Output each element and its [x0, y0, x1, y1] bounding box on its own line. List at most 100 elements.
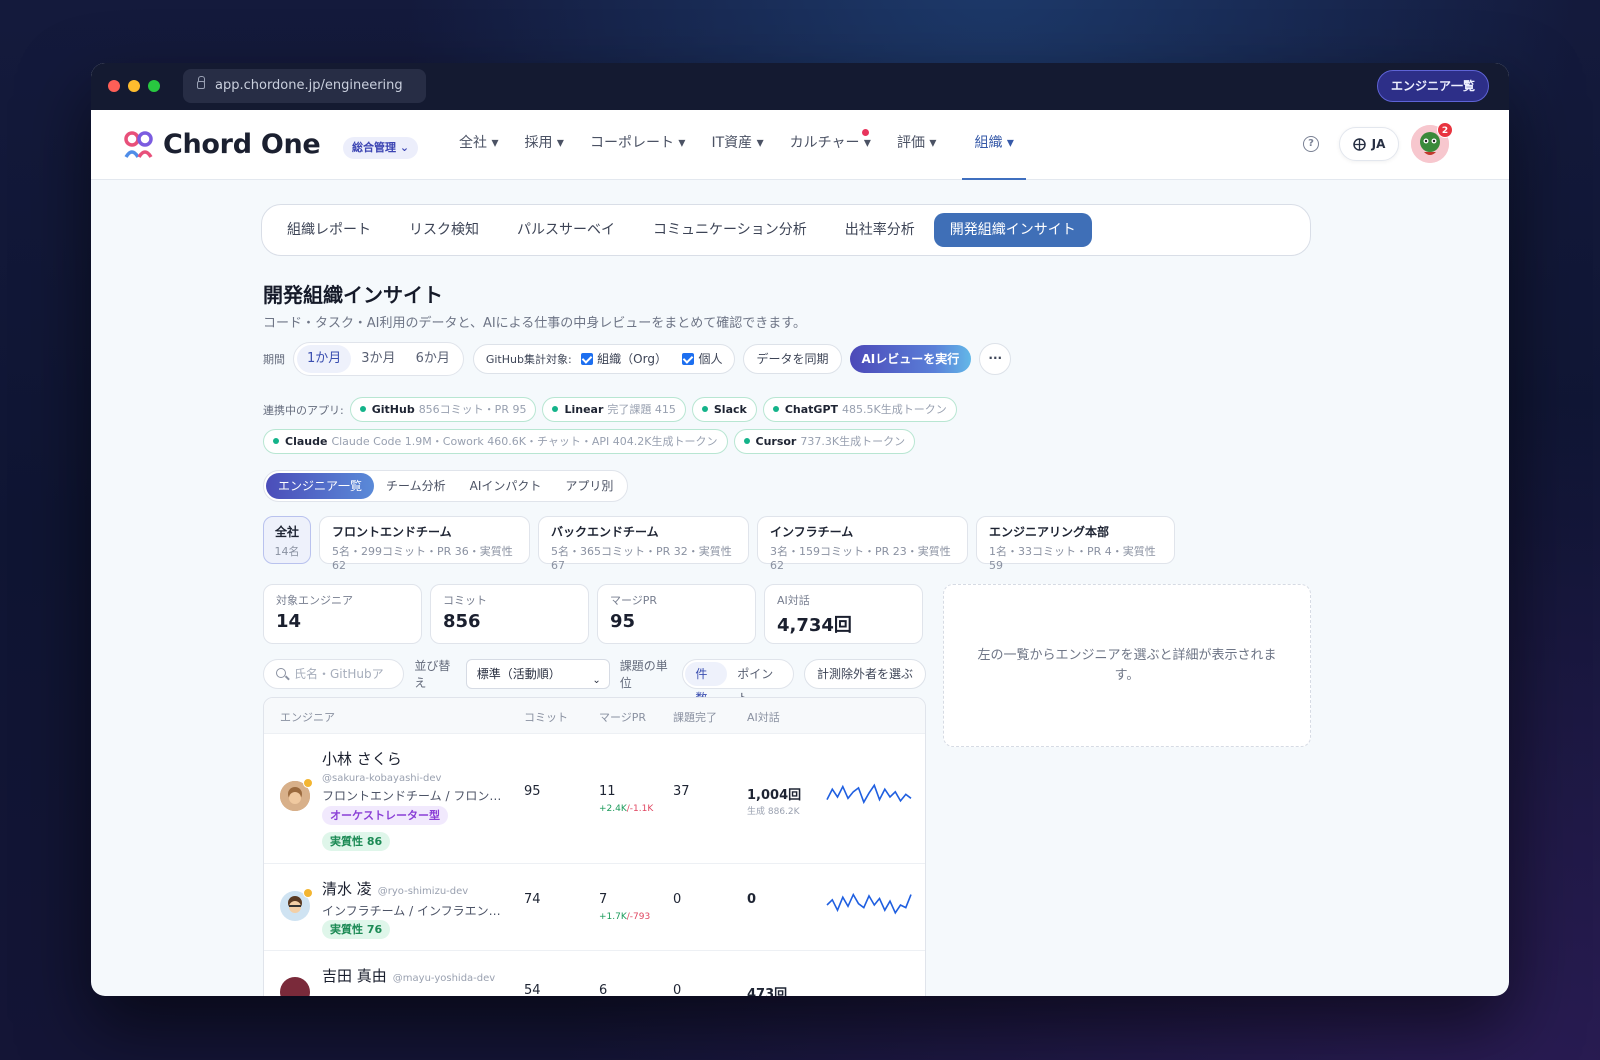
tab-attendance[interactable]: 出社率分析	[826, 213, 934, 247]
prs-value: 6	[599, 983, 608, 996]
nav-all[interactable]: 全社 ▾	[459, 110, 498, 180]
team-name: 全社	[274, 525, 299, 539]
sort-label: 並び替え	[414, 659, 451, 690]
nav-evaluation[interactable]: 評価 ▾	[897, 110, 936, 180]
prs-value: 7	[599, 892, 608, 907]
status-dot	[772, 406, 779, 412]
engineer-team: フロントエンドチーム / フロント…	[322, 789, 510, 803]
minimize-window-icon[interactable]	[128, 80, 140, 92]
type-tag: オーケストレーター型	[322, 806, 448, 825]
tab-risk-detection[interactable]: リスク検知	[390, 213, 498, 247]
maximize-window-icon[interactable]	[148, 80, 160, 92]
tab-by-app[interactable]: アプリ別	[553, 473, 625, 499]
stat-engineers: 対象エンジニア 14	[263, 584, 422, 644]
app-slack[interactable]: Slack	[691, 397, 757, 422]
col-commits[interactable]: コミット	[524, 709, 568, 725]
org-checkbox[interactable]	[581, 353, 594, 365]
nav-culture[interactable]: カルチャー ▾	[790, 110, 871, 180]
team-meta: 14名	[274, 545, 300, 558]
table-row[interactable]: 小林 さくら @sakura-kobayashi-dev フロントエンドチーム …	[264, 734, 925, 864]
app-linear[interactable]: Linear 完了課題 415	[542, 397, 686, 422]
table-header: エンジニア コミット マージPR 課題完了 AI対話	[264, 698, 925, 734]
team-name: バックエンドチーム	[551, 525, 659, 539]
stat-label: マージPR	[610, 594, 658, 607]
tab-team-analysis[interactable]: チーム分析	[374, 473, 458, 499]
address-bar[interactable]: app.chordone.jp/engineering	[183, 69, 426, 103]
status-indicator	[303, 888, 313, 898]
avatar	[280, 888, 313, 921]
period-3m[interactable]: 3か月	[351, 345, 405, 373]
ai-value: 1,004回	[747, 788, 802, 803]
app-name: Cursor	[755, 435, 797, 448]
team-meta: 5名・299コミット・PR 36・実質性 62	[332, 545, 513, 572]
app-claude[interactable]: Claude Claude Code 1.9M・Cowork 460.6K・チャッ…	[263, 429, 728, 454]
engineer-name[interactable]: 吉田 真由 @mayu-yoshida-dev	[322, 965, 495, 986]
app-name: Slack	[713, 403, 747, 416]
stat-label: コミット	[443, 594, 487, 607]
logo[interactable]: Chord One	[123, 129, 321, 160]
search-input[interactable]: 氏名・GitHubア	[263, 659, 405, 689]
search-icon	[276, 668, 286, 678]
engineer-name[interactable]: 小林 さくら	[322, 748, 402, 769]
nav-organization[interactable]: 組織 ▾	[962, 110, 1026, 180]
nav-corporate[interactable]: コーポレート ▾	[590, 110, 685, 180]
table-row[interactable]: 清水 凌 @ryo-shimizu-dev インフラチーム / インフラエンジ… …	[264, 864, 925, 951]
nav-it-assets[interactable]: IT資産 ▾	[711, 110, 763, 180]
col-issues[interactable]: 課題完了	[673, 709, 717, 725]
team-frontend[interactable]: フロントエンドチーム 5名・299コミット・PR 36・実質性 62	[319, 516, 530, 572]
sync-button[interactable]: データを同期	[743, 344, 842, 374]
language-label: JA	[1371, 137, 1386, 151]
app-cursor[interactable]: Cursor 737.3K生成トークン	[733, 429, 916, 454]
team-infra[interactable]: インフラチーム 3名・159コミット・PR 23・実質性 62	[757, 516, 968, 572]
stat-value: 95	[610, 611, 636, 632]
controls-row: 期間 1か月 3か月 6か月 GitHub集計対象: 組織（Org） 個人 デー…	[263, 342, 1023, 376]
period-6m[interactable]: 6か月	[406, 345, 460, 373]
personal-checkbox[interactable]	[682, 353, 695, 365]
unit-points[interactable]: ポイント	[727, 662, 791, 705]
user-avatar[interactable]: 2	[1411, 122, 1453, 163]
engineer-name[interactable]: 清水 凌 @ryo-shimizu-dev	[322, 878, 468, 899]
org-subtabs: 組織レポート リスク検知 パルスサーベイ コミュニケーション分析 出社率分析 開…	[261, 204, 1311, 256]
page-title: 開発組織インサイト	[263, 283, 443, 307]
diff-plus: +2.4K	[599, 804, 627, 814]
exclude-button[interactable]: 計測除外者を選ぶ	[803, 659, 926, 689]
prs-value: 11	[599, 784, 616, 799]
engineer-name-text: 吉田 真由	[322, 967, 387, 985]
personal-checkbox-label: 個人	[698, 352, 723, 366]
team-backend[interactable]: バックエンドチーム 5名・365コミット・PR 32・実質性 67	[538, 516, 749, 572]
more-icon[interactable]: ···	[979, 343, 1012, 375]
tab-dev-insight[interactable]: 開発組織インサイト	[933, 213, 1092, 247]
tab-engineer-list[interactable]: エンジニア一覧	[266, 473, 375, 499]
unit-selector: 件数 ポイント	[682, 659, 794, 705]
tab-pulse-survey[interactable]: パルスサーベイ	[498, 213, 634, 247]
col-engineer[interactable]: エンジニア	[280, 709, 335, 725]
close-window-icon[interactable]	[108, 80, 120, 92]
commits-value: 74	[524, 892, 541, 907]
tab-ai-impact[interactable]: AIインパクト	[458, 473, 554, 499]
substance-tag: 実質性 76	[322, 920, 391, 939]
tab-org-report[interactable]: 組織レポート	[268, 213, 390, 247]
col-merged-pr[interactable]: マージPR	[599, 709, 646, 725]
view-tabs: エンジニア一覧 チーム分析 AIインパクト アプリ別	[263, 470, 629, 502]
mgmt-dropdown[interactable]: 総合管理 ⌄	[343, 137, 419, 159]
language-switcher[interactable]: JA	[1339, 127, 1399, 161]
connected-apps: 連携中のアプリ: GitHub 856コミット・PR 95 Linear 完了課題 …	[263, 397, 963, 461]
list-filters: 氏名・GitHubア 並び替え 標準（活動順） ⌄ 課題の単位 件数 ポイント 計…	[263, 657, 926, 705]
nav-recruiting[interactable]: 採用 ▾	[524, 110, 563, 180]
avatar	[280, 778, 313, 811]
unit-count[interactable]: 件数	[685, 662, 728, 705]
table-row[interactable]: 吉田 真由 @mayu-yoshida-dev 54 6 0 473回	[264, 951, 925, 996]
diff-minus: /-1.1K	[626, 804, 654, 814]
team-all[interactable]: 全社 14名	[263, 516, 311, 564]
top-engineer-list-chip[interactable]: エンジニア一覧	[1376, 70, 1489, 102]
ai-review-button[interactable]: AIレビューを実行	[849, 345, 972, 373]
sort-select[interactable]: 標準（活動順） ⌄	[465, 659, 610, 689]
title-bar: app.chordone.jp/engineering エンジニア一覧	[91, 63, 1509, 110]
app-chatgpt[interactable]: ChatGPT 485.5K生成トークン	[762, 397, 957, 422]
period-1m[interactable]: 1か月	[297, 345, 352, 373]
tab-communication[interactable]: コミュニケーション分析	[634, 213, 826, 247]
help-icon[interactable]: ?	[1303, 136, 1319, 152]
col-ai[interactable]: AI対話	[747, 709, 780, 725]
app-github[interactable]: GitHub 856コミット・PR 95	[349, 397, 537, 422]
team-eng-hq[interactable]: エンジニアリング本部 1名・33コミット・PR 4・実質性 59	[976, 516, 1175, 572]
